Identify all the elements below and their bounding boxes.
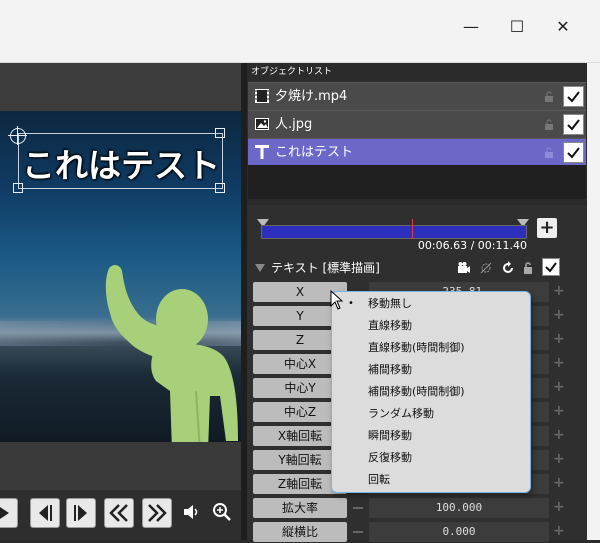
object-list-header: オブジェクトリスト	[251, 67, 333, 77]
next-frame-button[interactable]	[66, 498, 96, 528]
increment-icon[interactable]: +	[553, 524, 565, 538]
object-label: これはテスト	[275, 145, 354, 160]
section-enable-checkbox[interactable]	[542, 258, 560, 276]
timeline-time: 00:06.63 / 00:11.40	[417, 239, 527, 252]
object-label: 人.jpg	[275, 117, 313, 132]
fast-forward-button[interactable]	[142, 498, 172, 528]
menu-item[interactable]: 補間移動	[332, 359, 530, 381]
increment-icon[interactable]: +	[553, 500, 565, 514]
increment-icon[interactable]: +	[553, 428, 565, 442]
object-list-panel: オブジェクトリスト 夕焼け.mp4 人.jpg これはテスト	[247, 63, 587, 203]
property-name-button[interactable]: 縦横比	[253, 522, 347, 542]
object-row-0[interactable]: 夕焼け.mp4	[248, 82, 586, 110]
object-row-1[interactable]: 人.jpg	[248, 110, 586, 138]
decrement-icon[interactable]	[353, 531, 363, 533]
increment-icon[interactable]: +	[553, 452, 565, 466]
play-button[interactable]	[0, 498, 18, 528]
object-label: 夕焼け.mp4	[275, 89, 348, 104]
menu-item[interactable]: 補間移動(時間制御)	[332, 381, 530, 403]
resize-handle-top-right[interactable]	[215, 128, 225, 138]
preview-bottom-area	[0, 442, 241, 490]
lock-icon[interactable]	[544, 147, 554, 158]
increment-icon[interactable]: +	[553, 332, 565, 346]
timeline-cursor[interactable]	[412, 219, 413, 239]
selected-bullet-icon: •	[348, 298, 354, 309]
menu-item[interactable]: • 移動無し	[332, 293, 530, 315]
maximize-button[interactable]: ☐	[502, 12, 532, 42]
increment-icon[interactable]: +	[553, 380, 565, 394]
visibility-checkbox[interactable]	[563, 86, 584, 107]
menu-item-label: 補間移動(時間制御)	[368, 385, 465, 398]
movement-mode-menu: • 移動無し直線移動直線移動(時間制御) 補間移動補間移動(時間制御) ランダム移動瞬…	[331, 291, 531, 493]
camera-icon[interactable]	[457, 261, 471, 275]
menu-item[interactable]: 直線移動(時間制御)	[332, 337, 530, 359]
anchor-crosshair-icon[interactable]	[8, 126, 27, 145]
preview-top-area	[0, 63, 245, 111]
menu-item[interactable]: 反復移動	[332, 447, 530, 469]
menu-item-label: 反復移動	[368, 451, 412, 464]
decrement-icon[interactable]	[353, 507, 363, 509]
title-bar: — ☐ ✕	[0, 0, 600, 63]
prev-frame-button[interactable]	[30, 498, 60, 528]
increment-icon[interactable]: +	[553, 404, 565, 418]
volume-icon[interactable]	[182, 503, 202, 521]
person-figure-icon	[105, 265, 238, 442]
text-object-bounds[interactable]: これはテスト	[18, 133, 223, 189]
playback-controls	[0, 490, 245, 540]
menu-item-label: 直線移動	[368, 319, 412, 332]
menu-item[interactable]: 直線移動	[332, 315, 530, 337]
increment-icon[interactable]: +	[553, 476, 565, 490]
timeline-bar[interactable]	[261, 225, 527, 239]
window-edge	[587, 63, 600, 540]
timeline[interactable]: 00:06.63 / 00:11.40	[257, 219, 529, 253]
object-row-2[interactable]: これはテスト	[248, 138, 586, 166]
video-preview[interactable]: これはテスト	[0, 111, 241, 442]
section-label: テキスト [標準描画]	[271, 261, 380, 275]
lock-icon[interactable]	[521, 261, 535, 275]
rewind-button[interactable]	[104, 498, 134, 528]
menu-item-label: 移動無し	[368, 297, 412, 310]
text-object-label: これはテスト	[22, 146, 220, 185]
filter-effect-icon[interactable]	[479, 261, 493, 275]
increment-icon[interactable]: +	[553, 308, 565, 322]
increment-icon[interactable]: +	[553, 356, 565, 370]
minimize-button[interactable]: —	[456, 12, 486, 42]
property-row: 拡大率 100.000 +	[253, 497, 565, 519]
menu-item[interactable]: ランダム移動	[332, 403, 530, 425]
resize-handle-bottom-left[interactable]	[13, 183, 23, 193]
lock-icon[interactable]	[544, 119, 554, 130]
menu-item[interactable]: 瞬間移動	[332, 425, 530, 447]
object-list-empty-area	[248, 165, 586, 199]
menu-item-label: 直線移動(時間制御)	[368, 341, 465, 354]
section-header[interactable]: テキスト [標準描画]	[253, 258, 563, 278]
menu-item-label: 回転	[368, 473, 390, 486]
menu-item-label: 瞬間移動	[368, 429, 412, 442]
close-button[interactable]: ✕	[548, 12, 578, 42]
property-name-button[interactable]: 拡大率	[253, 498, 347, 518]
add-keyframe-button[interactable]: +	[537, 218, 557, 238]
lock-icon[interactable]	[544, 91, 554, 102]
refresh-icon[interactable]	[501, 261, 515, 275]
text-icon	[255, 145, 269, 159]
property-value-field[interactable]: 100.000	[369, 498, 549, 518]
increment-icon[interactable]: +	[553, 284, 565, 298]
mouse-pointer-icon	[330, 290, 344, 310]
menu-item[interactable]: 回転	[332, 469, 530, 491]
collapse-triangle-icon[interactable]	[255, 264, 265, 272]
film-icon	[255, 89, 269, 103]
image-icon	[255, 118, 269, 130]
visibility-checkbox[interactable]	[563, 114, 584, 135]
menu-item-label: 補間移動	[368, 363, 412, 376]
property-value-field[interactable]: 0.000	[369, 522, 549, 542]
visibility-checkbox[interactable]	[563, 142, 584, 163]
resize-handle-bottom-right[interactable]	[215, 183, 225, 193]
zoom-in-icon[interactable]	[211, 501, 233, 523]
menu-item-label: ランダム移動	[368, 407, 434, 420]
